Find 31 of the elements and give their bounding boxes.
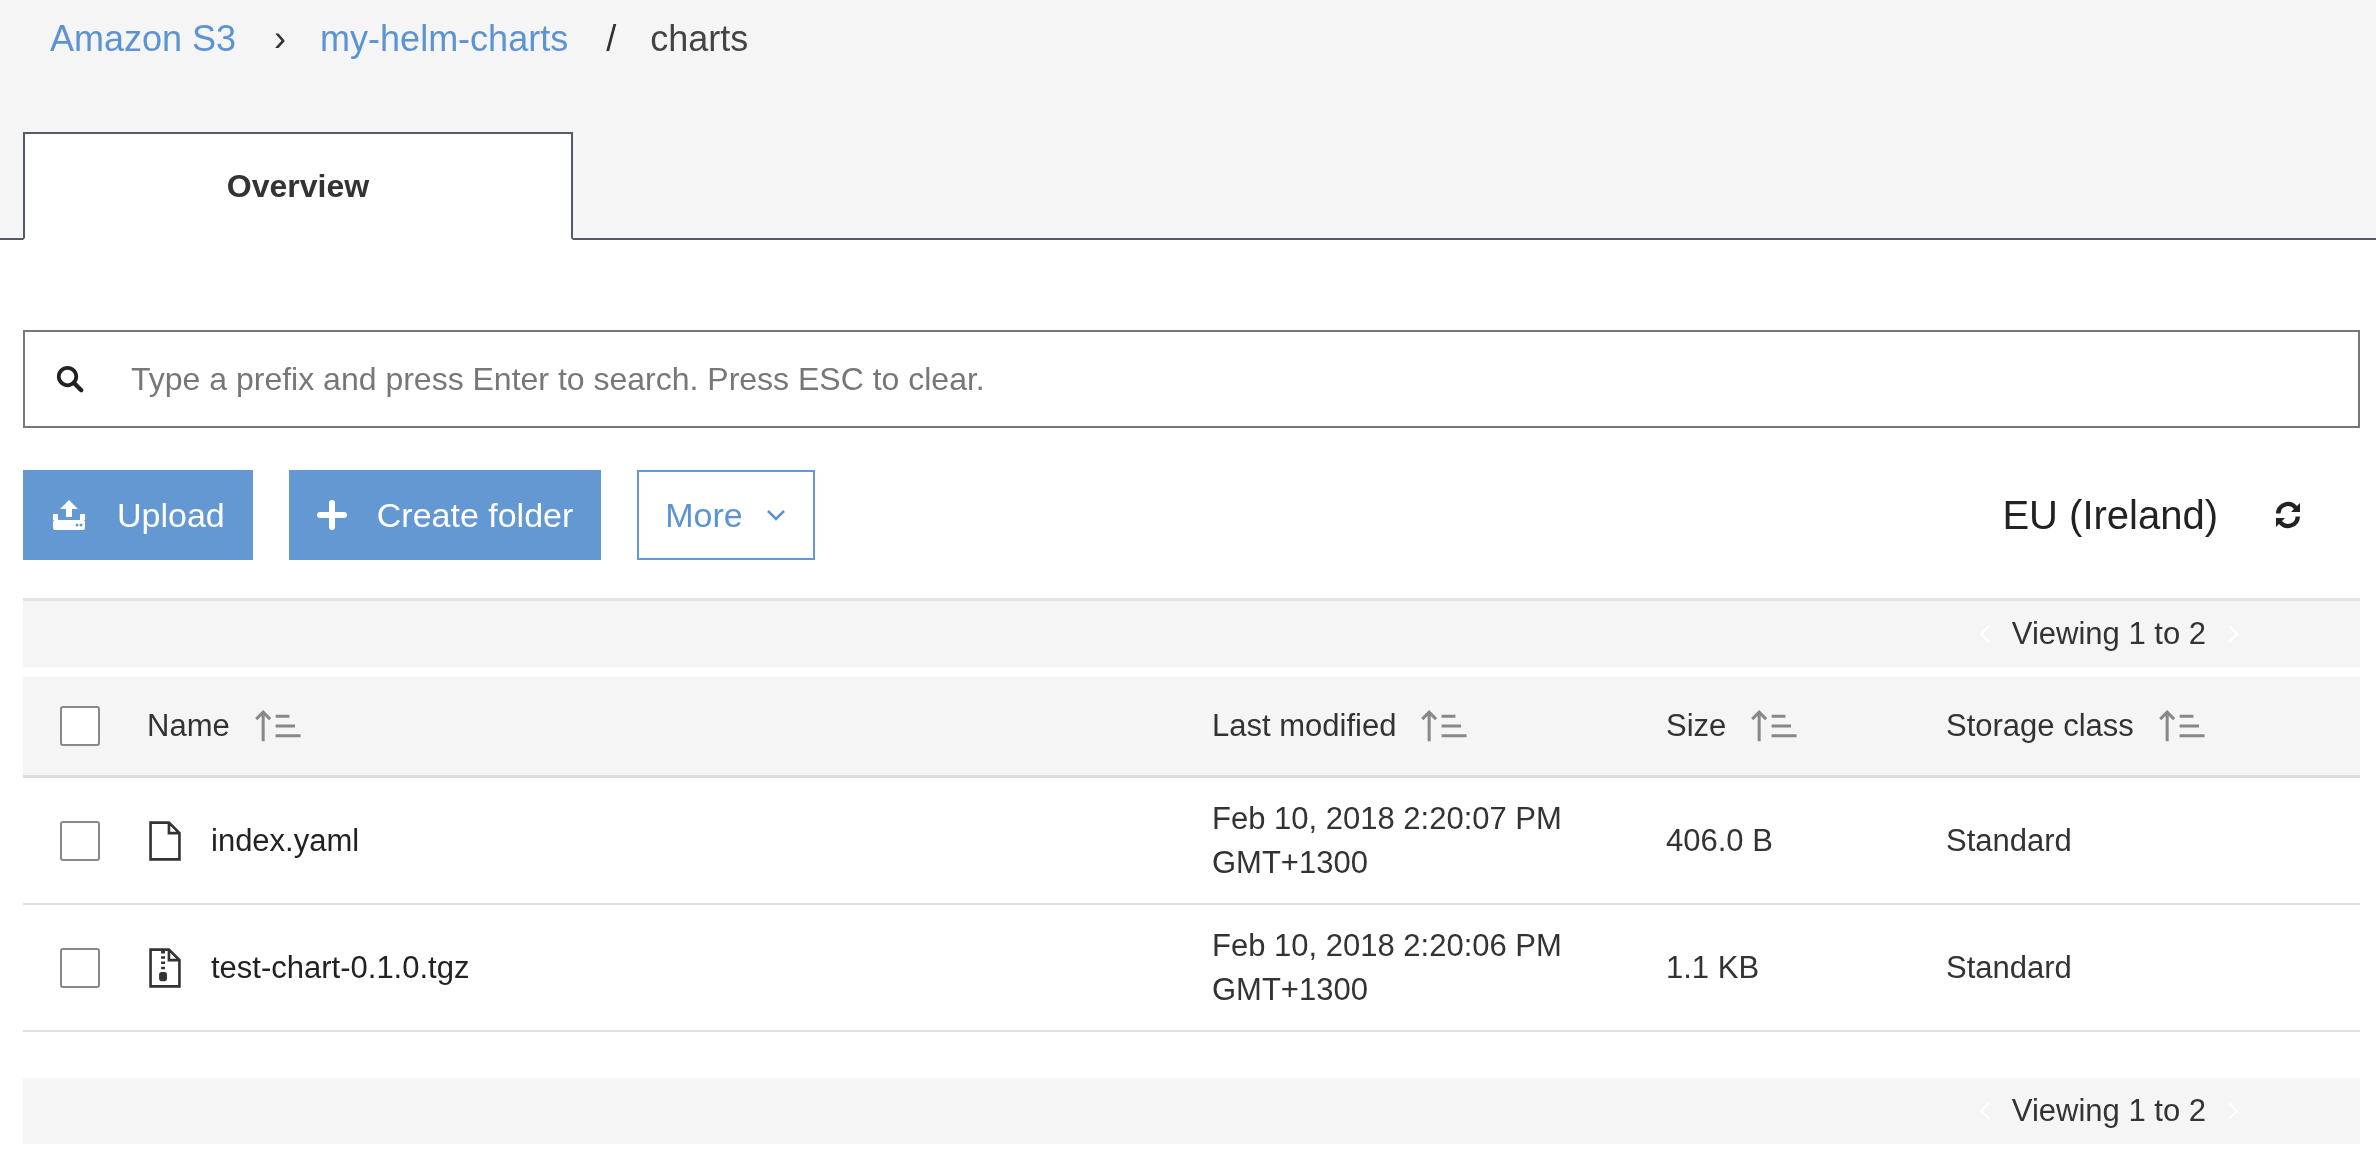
modified-date-text: Feb 10, 2018 2:20:07 PM <box>1212 800 1562 837</box>
overview-tab[interactable]: Overview <box>23 132 573 240</box>
pager-label: Viewing 1 to 2 <box>2011 616 2206 652</box>
select-all-checkbox[interactable] <box>60 706 100 746</box>
modified-date-text: GMT+1300 <box>1212 971 1368 1008</box>
column-header[interactable]: Storage class <box>1946 708 2134 744</box>
zip-file-icon <box>147 946 183 989</box>
file-icon <box>147 819 183 862</box>
caret-icon <box>764 508 787 522</box>
file-name-link[interactable]: index.yaml <box>211 822 360 859</box>
region-label: EU (Ireland) <box>2002 492 2218 538</box>
size-text: 1.1 KB <box>1666 949 1760 986</box>
row-checkbox[interactable] <box>60 947 100 988</box>
breadcrumb-current: charts <box>650 18 749 60</box>
storage-class-text: Standard <box>1946 949 2072 986</box>
row-checkbox[interactable] <box>60 820 100 861</box>
column-header[interactable]: Last modified <box>1212 708 1397 744</box>
plus-icon <box>316 500 347 530</box>
breadcrumb-separator: / <box>606 18 617 60</box>
breadcrumb-separator: › <box>274 18 287 60</box>
search-field[interactable]: Type a prefix and press Enter to search. Press ESC to clear. <box>23 330 2360 428</box>
column-header[interactable]: Name <box>147 708 230 744</box>
modified-date-text: GMT+1300 <box>1212 844 1368 881</box>
search-icon <box>55 364 85 394</box>
file-name-link[interactable]: test-chart-0.1.0.tgz <box>211 949 470 986</box>
pager-label: Viewing 1 to 2 <box>2011 1093 2206 1129</box>
storage-class-text: Standard <box>1946 822 2072 859</box>
size-text: 406.0 B <box>1666 822 1773 859</box>
upload-icon <box>51 498 87 532</box>
modified-date-text: Feb 10, 2018 2:20:06 PM <box>1212 927 1562 964</box>
column-header[interactable]: Size <box>1666 708 1727 744</box>
